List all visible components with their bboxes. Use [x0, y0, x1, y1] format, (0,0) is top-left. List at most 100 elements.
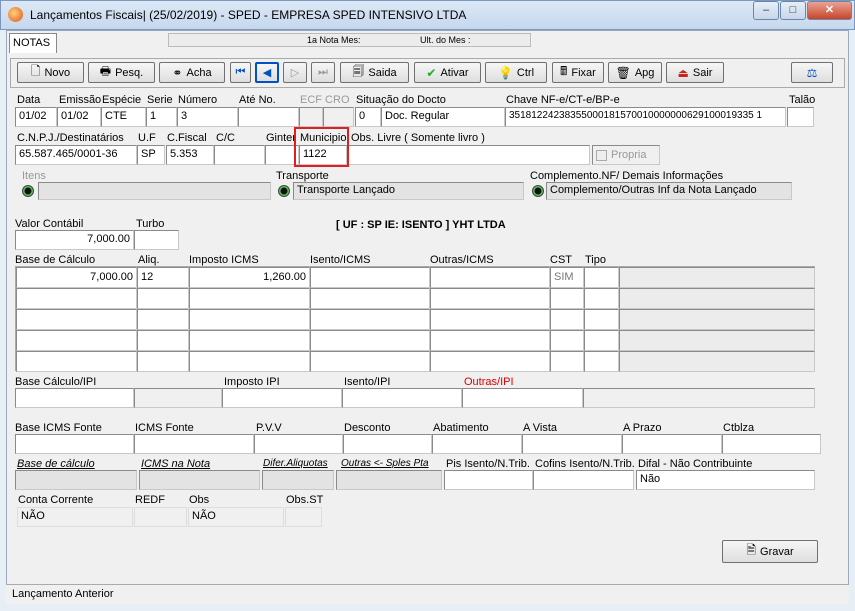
- conta-corrente-field[interactable]: NÃO: [17, 507, 133, 527]
- pesq-button[interactable]: 🖶 Pesq.: [88, 62, 155, 83]
- situacao-code-field[interactable]: 0: [355, 107, 381, 127]
- talao-field[interactable]: [787, 107, 814, 127]
- acha-button[interactable]: ⚭ Acha: [159, 62, 225, 83]
- isento-ipi-field[interactable]: [342, 388, 462, 408]
- ctblza-field[interactable]: [722, 434, 821, 454]
- grid-cell[interactable]: [189, 330, 310, 351]
- grid-cell[interactable]: [310, 351, 430, 372]
- grid-cell[interactable]: [430, 267, 550, 288]
- ativar-button[interactable]: ✔ Ativar: [414, 62, 481, 83]
- difal-field[interactable]: Não: [636, 470, 815, 490]
- situacao-desc-field[interactable]: Doc. Regular: [381, 107, 505, 127]
- grid-cell[interactable]: [16, 330, 137, 351]
- grid-cell[interactable]: 1,260.00: [189, 267, 310, 288]
- chave-field[interactable]: 3518122423835500018157001000000062910001…: [505, 107, 786, 127]
- grid-cell[interactable]: [189, 288, 310, 309]
- apg-button[interactable]: 🗑 Apg: [608, 62, 662, 83]
- grid-cell[interactable]: [189, 309, 310, 330]
- cnpj-field[interactable]: 65.587.465/0001-36: [15, 145, 137, 165]
- propria-checkbox-wrapper[interactable]: Propria: [592, 145, 660, 165]
- grid-cell[interactable]: [550, 288, 584, 309]
- grid-cell[interactable]: [137, 330, 189, 351]
- last-record-button[interactable]: ⏭: [311, 62, 335, 83]
- grid-cell[interactable]: [137, 351, 189, 372]
- especie-field[interactable]: CTE: [101, 107, 146, 127]
- gravar-button[interactable]: 🗎 Gravar: [722, 540, 818, 563]
- cc-field[interactable]: [214, 145, 265, 165]
- grid-cell[interactable]: SIM: [550, 267, 584, 288]
- previous-record-button[interactable]: ◀: [255, 62, 279, 83]
- grid-cell[interactable]: [550, 351, 584, 372]
- grid-cell[interactable]: [584, 288, 619, 309]
- grid-cell[interactable]: [310, 309, 430, 330]
- saida-button[interactable]: 🗐 Saida: [340, 62, 409, 83]
- desconto-field[interactable]: [343, 434, 432, 454]
- pis-field[interactable]: [444, 470, 533, 490]
- ecf-field[interactable]: [299, 107, 323, 127]
- pvv-field[interactable]: [254, 434, 343, 454]
- obs-livre-field[interactable]: [347, 145, 590, 165]
- base-ipi-field[interactable]: [15, 388, 134, 408]
- grid-cell[interactable]: [310, 267, 430, 288]
- grid-cell[interactable]: [16, 309, 137, 330]
- fixar-button[interactable]: 🖩 Fixar: [552, 62, 604, 83]
- minimize-button[interactable]: –: [753, 1, 779, 20]
- ate-no-label: Até No.: [239, 94, 276, 106]
- first-record-button[interactable]: ⏮: [230, 62, 251, 83]
- grid-cell[interactable]: [550, 309, 584, 330]
- maximize-button[interactable]: □: [780, 1, 806, 20]
- grid-cell[interactable]: [310, 288, 430, 309]
- novo-button[interactable]: 🗋 Novo: [17, 62, 84, 83]
- serie-field[interactable]: 1: [146, 107, 177, 127]
- uf-field[interactable]: SP: [137, 145, 165, 165]
- grid-cell[interactable]: [16, 351, 137, 372]
- grid-cell[interactable]: 7,000.00: [16, 267, 137, 288]
- data-field[interactable]: 01/02: [15, 107, 57, 127]
- close-button[interactable]: ✕: [807, 1, 852, 20]
- grid-cell[interactable]: [430, 330, 550, 351]
- redf-field[interactable]: [134, 507, 187, 527]
- obs-st-field[interactable]: [285, 507, 322, 527]
- balance-button[interactable]: ⚖: [791, 62, 833, 83]
- grid-cell[interactable]: [550, 330, 584, 351]
- grid-cell[interactable]: [584, 351, 619, 372]
- grid-header-aliq: Aliq.: [138, 254, 160, 266]
- emissao-field[interactable]: 01/02: [57, 107, 101, 127]
- grid-cell[interactable]: [584, 309, 619, 330]
- grid-cell[interactable]: [310, 330, 430, 351]
- ctrl-button[interactable]: 💡 Ctrl: [485, 62, 547, 83]
- outras-ipi-field[interactable]: [462, 388, 583, 408]
- a-vista-field[interactable]: [522, 434, 622, 454]
- numero-field[interactable]: 3: [177, 107, 238, 127]
- ate-no-field[interactable]: [238, 107, 299, 127]
- complemento-status-icon[interactable]: [532, 185, 544, 197]
- next-record-button[interactable]: ▷: [283, 62, 307, 83]
- tab-notas[interactable]: NOTAS: [9, 33, 57, 53]
- grid-cell[interactable]: [137, 309, 189, 330]
- sair-button[interactable]: ⏏ Sair: [666, 62, 724, 83]
- cfiscal-field[interactable]: 5.353: [166, 145, 214, 165]
- grid-cell[interactable]: [584, 267, 619, 288]
- binoculars-icon: ⚭: [172, 65, 183, 80]
- a-prazo-field[interactable]: [622, 434, 722, 454]
- valor-contabil-field[interactable]: 7,000.00: [15, 230, 134, 250]
- grid-cell[interactable]: [189, 351, 310, 372]
- icms-fonte-field[interactable]: [134, 434, 254, 454]
- obs-field[interactable]: NÃO: [188, 507, 284, 527]
- grid-cell[interactable]: 12: [137, 267, 189, 288]
- grid-cell[interactable]: [137, 288, 189, 309]
- grid-cell[interactable]: [16, 288, 137, 309]
- grid-cell[interactable]: [430, 309, 550, 330]
- base-icms-fonte-field[interactable]: [15, 434, 134, 454]
- pis-label: Pis Isento/N.Trib.: [446, 458, 530, 470]
- turbo-field[interactable]: [134, 230, 179, 250]
- abatimento-field[interactable]: [432, 434, 522, 454]
- grid-cell[interactable]: [430, 351, 550, 372]
- propria-checkbox[interactable]: [596, 149, 607, 161]
- transporte-status-icon[interactable]: [278, 185, 290, 197]
- cro-field[interactable]: [323, 107, 354, 127]
- cofins-field[interactable]: [533, 470, 634, 490]
- grid-cell[interactable]: [430, 288, 550, 309]
- grid-cell[interactable]: [584, 330, 619, 351]
- imposto-ipi-field[interactable]: [222, 388, 342, 408]
